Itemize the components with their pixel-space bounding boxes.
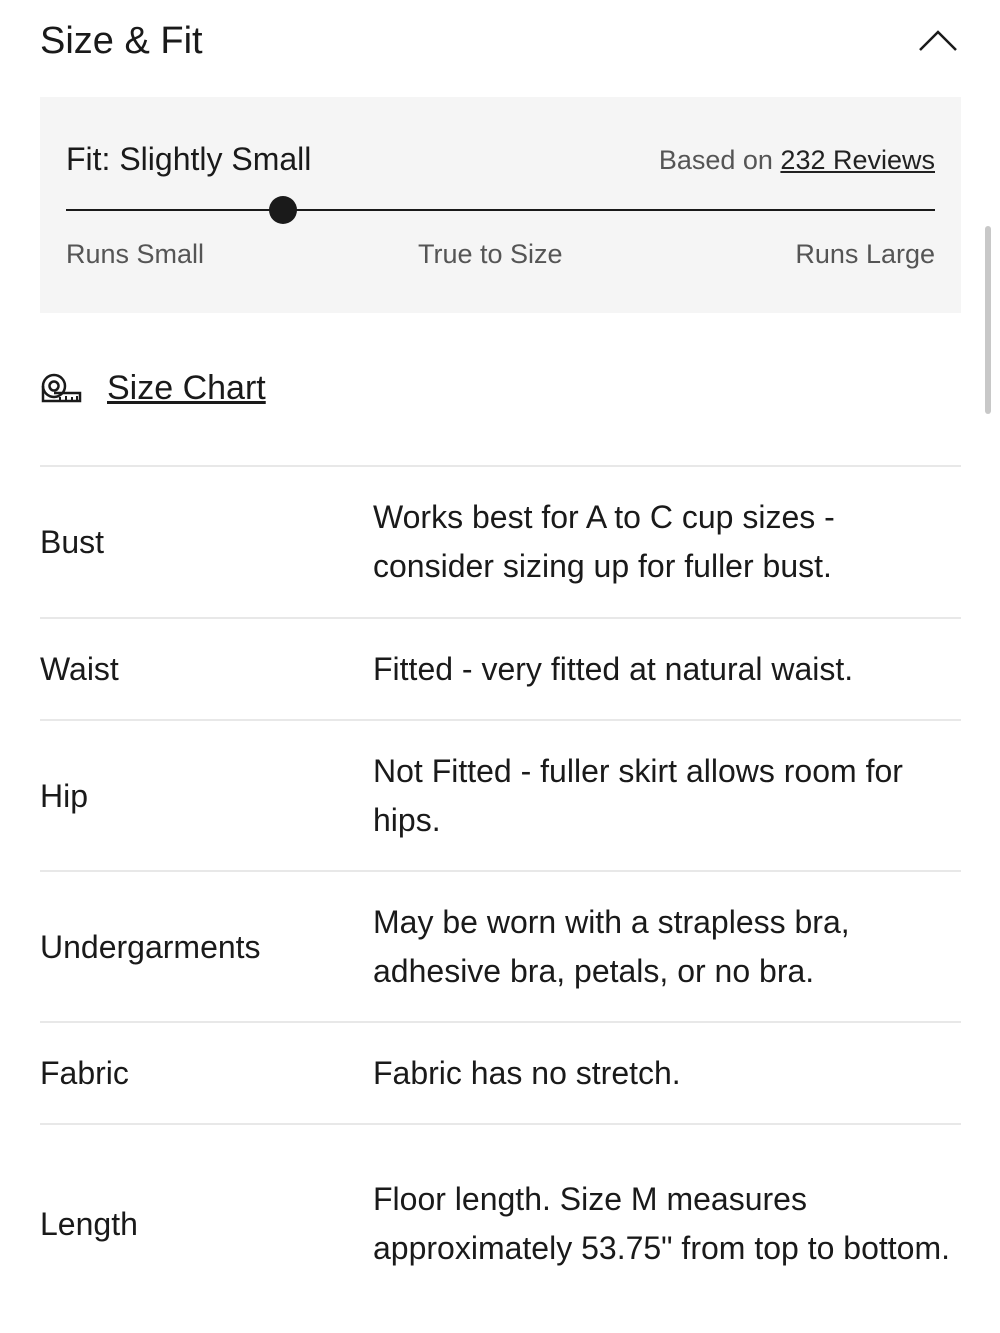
detail-row-fabric: Fabric Fabric has no stretch. — [40, 1021, 961, 1123]
size-details-table: Bust Works best for A to C cup sizes - c… — [40, 465, 961, 1323]
detail-value: Fitted - very fitted at natural waist. — [373, 650, 854, 687]
detail-value: Works best for A to C cup sizes - consid… — [373, 499, 835, 584]
fit-label-true-to-size: True to Size — [418, 239, 563, 269]
size-chart-label[interactable]: Size Chart — [107, 366, 266, 410]
fit-title: Fit: Slightly Small — [66, 141, 312, 177]
section-title: Size & Fit — [40, 20, 203, 62]
detail-value: Not Fitted - fuller skirt allows room fo… — [373, 752, 903, 838]
scrollbar-thumb[interactable] — [985, 226, 991, 414]
detail-row-undergarments: Undergarments May be worn with a straple… — [40, 870, 961, 1021]
measuring-tape-icon — [41, 373, 82, 403]
detail-label: Fabric — [40, 1055, 129, 1091]
detail-label: Length — [40, 1206, 138, 1242]
detail-row-waist: Waist Fitted - very fitted at natural wa… — [40, 617, 961, 719]
detail-label: Bust — [40, 524, 105, 560]
chevron-up-icon[interactable] — [918, 28, 958, 52]
detail-value: Fabric has no stretch. — [373, 1054, 681, 1091]
reviews-link[interactable]: 232 Reviews — [780, 145, 935, 175]
detail-label: Undergarments — [40, 928, 261, 965]
detail-label: Waist — [40, 651, 119, 687]
fit-panel: Fit: Slightly Small Based on 232 Reviews… — [40, 97, 961, 313]
fit-reviews: Based on 232 Reviews — [659, 143, 935, 177]
fit-label-runs-small: Runs Small — [66, 239, 205, 269]
fit-scale-marker — [269, 196, 298, 224]
based-on-text: Based on — [658, 145, 773, 175]
size-fit-header[interactable]: Size & Fit — [40, 18, 960, 64]
detail-label: Hip — [40, 777, 89, 814]
fit-scale-track — [66, 196, 935, 224]
detail-row-bust: Bust Works best for A to C cup sizes - c… — [40, 465, 961, 617]
detail-value: Floor length. Size M measures approximat… — [373, 1181, 950, 1266]
detail-row-hip: Hip Not Fitted - fuller skirt allows roo… — [40, 719, 961, 870]
detail-row-length: Length Floor length. Size M measures app… — [40, 1123, 961, 1323]
fit-label-runs-large: Runs Large — [795, 239, 935, 269]
detail-value: May be worn with a strapless bra, adhesi… — [373, 903, 850, 989]
